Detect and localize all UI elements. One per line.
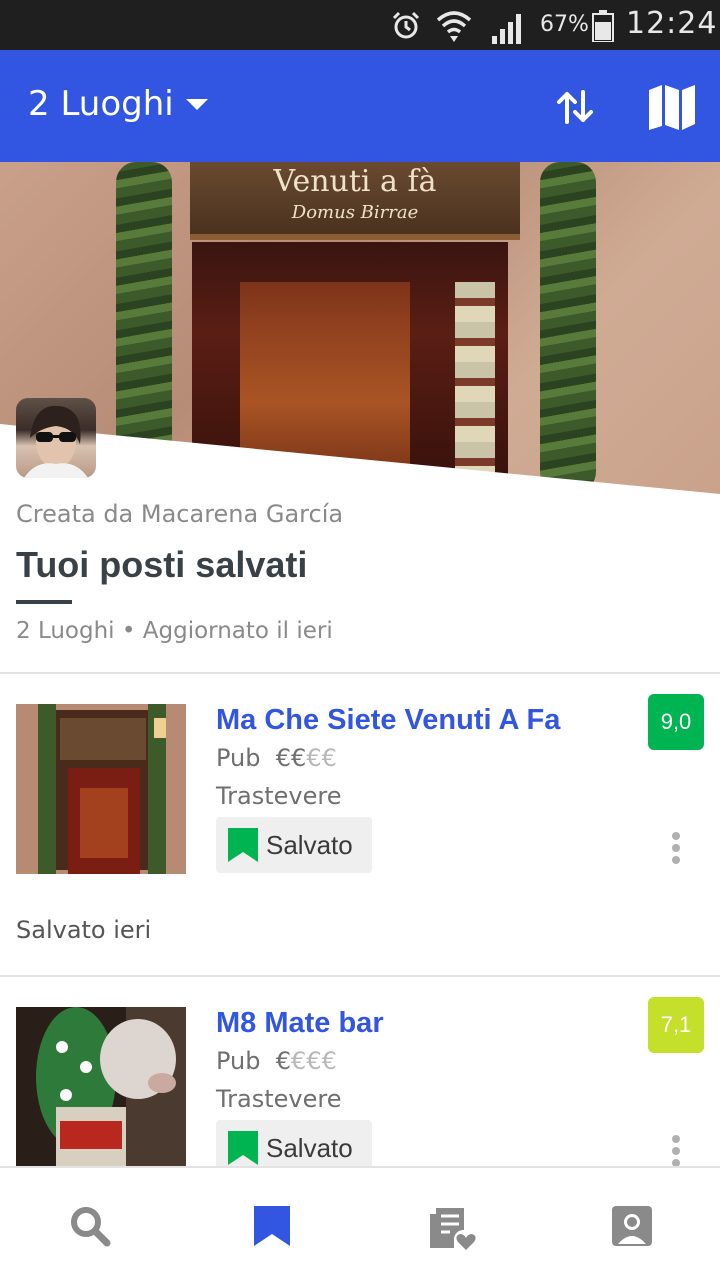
battery-icon xyxy=(592,10,614,42)
chevron-down-icon xyxy=(185,98,208,110)
venue-area: Trastevere xyxy=(216,782,342,810)
list-selector-dropdown[interactable]: 2 Luoghi xyxy=(28,84,208,124)
bookmark-icon xyxy=(228,1131,258,1165)
venue-area: Trastevere xyxy=(216,1085,342,1113)
status-bar: 67% 12:24 xyxy=(0,0,720,50)
list-cover-image: Venuti a fà Domus Birrae xyxy=(0,162,720,502)
bookmark-icon[interactable] xyxy=(250,1204,294,1248)
bottom-nav xyxy=(0,1166,720,1280)
saved-label: Salvato xyxy=(266,829,353,860)
category-label: Pub xyxy=(216,744,261,772)
list-meta: 2 Luoghi • Aggiornato il ieri xyxy=(16,618,333,644)
feed-icon[interactable] xyxy=(428,1204,476,1252)
list-creator: Creata da Macarena García xyxy=(16,500,344,528)
title-underline xyxy=(16,600,72,604)
battery-percent: 67% xyxy=(540,12,589,37)
price-inactive: €€€ xyxy=(291,1047,337,1075)
more-options-icon[interactable] xyxy=(662,828,690,868)
divider xyxy=(0,975,720,977)
venue-category: Pub €€€€ xyxy=(216,744,337,772)
sort-icon[interactable] xyxy=(552,84,598,130)
saved-label: Salvato xyxy=(266,1132,353,1163)
venue-photo[interactable] xyxy=(16,1007,186,1177)
signal-icon xyxy=(492,14,521,44)
venue-rating: 9,0 xyxy=(648,694,704,750)
map-icon[interactable] xyxy=(646,82,698,132)
price-active: €€ xyxy=(275,744,307,772)
avatar[interactable] xyxy=(16,398,96,478)
hero-diagonal-cut xyxy=(0,424,720,502)
venue-rating: 7,1 xyxy=(648,997,704,1053)
price-active: € xyxy=(275,1047,292,1075)
alarm-icon xyxy=(392,11,420,39)
saved-date: Salvato ieri xyxy=(16,916,152,944)
profile-icon[interactable] xyxy=(610,1204,654,1248)
list-title: Tuoi posti salvati xyxy=(16,544,308,585)
wifi-icon xyxy=(436,11,472,42)
app-bar: 2 Luoghi xyxy=(0,50,720,162)
venue-photo[interactable] xyxy=(16,704,186,874)
divider xyxy=(0,672,720,674)
app-title: 2 Luoghi xyxy=(28,84,174,124)
clock: 12:24 xyxy=(626,6,718,41)
more-options-icon[interactable] xyxy=(662,1131,690,1171)
bookmark-icon xyxy=(228,828,258,862)
venue-category: Pub €€€€ xyxy=(216,1047,337,1075)
search-icon[interactable] xyxy=(68,1204,112,1248)
category-label: Pub xyxy=(216,1047,261,1075)
saved-button[interactable]: Salvato xyxy=(216,817,372,873)
venue-name[interactable]: Ma Che Siete Venuti A Fa xyxy=(216,704,560,737)
price-inactive: €€ xyxy=(306,744,337,772)
venue-name[interactable]: M8 Mate bar xyxy=(216,1007,384,1040)
